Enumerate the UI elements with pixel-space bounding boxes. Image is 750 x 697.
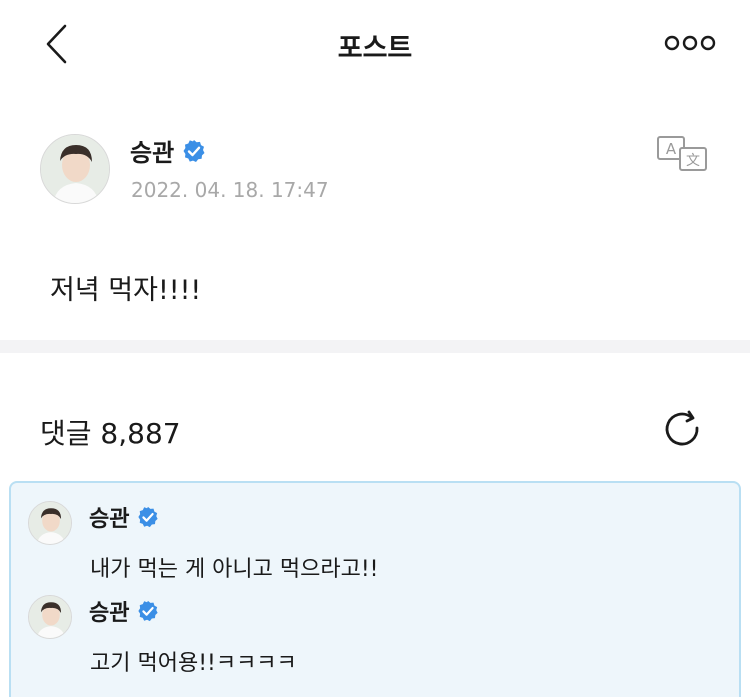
comment-text: 고기 먹어용!!ㅋㅋㅋㅋ <box>90 651 297 676</box>
avatar-image <box>29 596 71 638</box>
comment-avatar[interactable] <box>28 501 72 545</box>
translate-icon: A 文 <box>657 136 707 171</box>
author-avatar[interactable] <box>40 134 110 204</box>
comment-avatar[interactable] <box>28 595 72 639</box>
section-divider <box>0 340 750 353</box>
author-name-row[interactable]: 승관 <box>130 133 206 168</box>
verified-badge-icon <box>183 139 205 162</box>
more-button[interactable] <box>664 30 716 56</box>
artist-comments-box: 승관 내가 먹는 게 아니고 먹으라고!! 승관 고기 먹어용!!ㅋㅋㅋㅋ <box>9 481 741 697</box>
svg-text:文: 文 <box>686 153 700 169</box>
avatar-image <box>29 502 71 544</box>
translate-button[interactable]: A 文 <box>656 134 708 172</box>
svg-text:A: A <box>666 140 677 158</box>
post-body: 저녁 먹자!!!! <box>50 275 202 306</box>
refresh-button[interactable] <box>662 408 704 450</box>
author-name[interactable]: 승관 <box>130 133 174 168</box>
comment-author[interactable]: 승관 <box>89 595 129 627</box>
post-screen: 포스트 승관 2022. 04. 18. 17:47 A 文 저녁 먹자!!!!… <box>0 0 750 697</box>
header: 포스트 <box>0 0 750 90</box>
comment-author-row[interactable]: 승관 <box>89 501 159 533</box>
avatar-image <box>41 135 109 203</box>
comment-author-row[interactable]: 승관 <box>89 595 159 627</box>
comments-count: 댓글 8,887 <box>40 417 181 450</box>
refresh-icon <box>665 410 699 446</box>
page-title: 포스트 <box>337 33 413 64</box>
comment-text: 내가 먹는 게 아니고 먹으라고!! <box>90 557 379 582</box>
more-horizontal-icon <box>664 35 716 51</box>
verified-badge-icon <box>138 506 159 528</box>
post-timestamp: 2022. 04. 18. 17:47 <box>131 178 329 202</box>
comment-author[interactable]: 승관 <box>89 501 129 533</box>
verified-badge-icon <box>138 600 159 622</box>
